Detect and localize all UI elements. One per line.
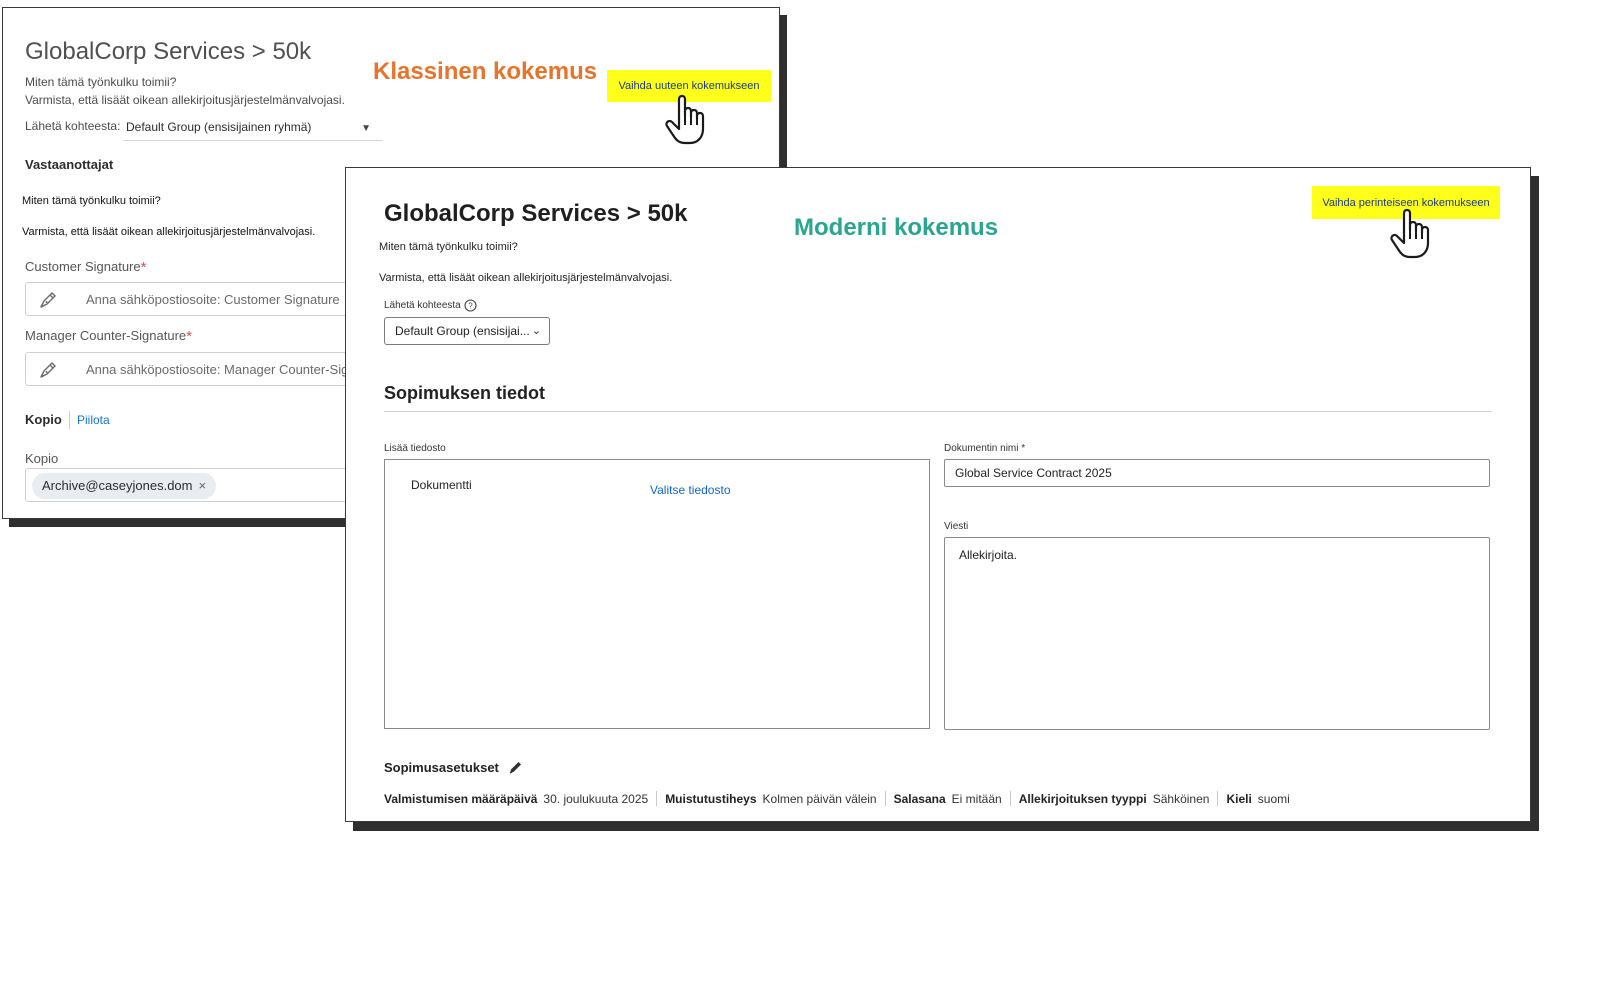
agreement-settings-heading: Sopimusasetukset — [384, 760, 499, 775]
setting-value: Ei mitään — [951, 791, 1002, 806]
send-from-select[interactable]: Default Group (ensisijai... ⌄ — [384, 317, 550, 345]
setting-value: Kolmen päivän välein — [762, 791, 877, 806]
setting-value: 30. joulukuuta 2025 — [543, 791, 649, 806]
modern-experience-heading: Moderni kokemus — [794, 214, 999, 241]
pen-icon — [40, 362, 56, 378]
chevron-down-icon: ⌄ — [531, 325, 541, 337]
manager-signature-email-field[interactable]: Anna sähköpostiosoite: Manager Counter-S… — [25, 352, 385, 386]
setting-value: suomi — [1257, 791, 1290, 806]
send-from-label: Lähetä kohteesta — [384, 300, 461, 311]
cc-tab[interactable]: Kopio — [25, 412, 62, 427]
setting-key: Muistutustiheys — [665, 791, 757, 806]
setting-divider — [1217, 791, 1219, 806]
send-from-label: Lähetä kohteesta: — [25, 119, 121, 133]
agreement-settings-row: Valmistumisen määräpäivä 30. joulukuuta … — [384, 791, 1290, 806]
section-divider — [384, 411, 1492, 412]
close-icon[interactable]: × — [198, 478, 206, 493]
setting-divider — [1009, 791, 1011, 806]
required-marker: * — [1021, 443, 1026, 454]
message-label: Viesti — [944, 521, 969, 532]
document-name-label: Dokumentin nimi * — [944, 443, 1026, 454]
message-textarea[interactable]: Allekirjoita. — [944, 537, 1490, 730]
customer-signature-placeholder: Anna sähköpostiosoite: Customer Signatur… — [86, 292, 340, 307]
setting-divider — [656, 791, 658, 806]
setting-value: Sähköinen — [1152, 791, 1210, 806]
file-drop-zone[interactable] — [384, 459, 930, 729]
customer-signature-label: Customer Signature* — [25, 259, 147, 276]
hand-pointer-icon — [1390, 208, 1430, 259]
manager-signature-placeholder: Anna sähköpostiosoite: Manager Counter-S… — [86, 362, 386, 377]
help-circle-icon[interactable]: ? — [464, 299, 477, 312]
ensure-admin-text: Varmista, että lisäät oikean allekirjoit… — [25, 93, 345, 107]
cc-label: Kopio — [25, 451, 59, 466]
modern-experience-panel: GlobalCorp Services > 50k Miten tämä työ… — [345, 167, 1531, 822]
cc-email-chip: Archive@caseyjones.dom × — [32, 473, 217, 499]
how-it-works-text: Miten tämä työnkulku toimii? — [379, 241, 518, 253]
hand-pointer-icon — [665, 94, 705, 145]
required-marker: * — [140, 259, 147, 276]
send-from-select[interactable]: Default Group (ensisijainen ryhmä) ▼ — [123, 117, 383, 141]
document-name-input[interactable]: Global Service Contract 2025 — [944, 459, 1490, 487]
setting-key: Allekirjoituksen tyyppi — [1018, 791, 1147, 806]
setting-key: Kieli — [1226, 791, 1252, 806]
setting-divider — [884, 791, 886, 806]
tab-divider — [69, 411, 70, 429]
pencil-icon[interactable] — [508, 760, 523, 775]
send-from-value: Default Group (ensisijai... — [395, 324, 530, 338]
chevron-down-icon: ▼ — [361, 123, 371, 134]
overlay-how-it-works-text: Miten tämä työnkulku toimii? — [22, 195, 161, 207]
recipients-heading: Vastaanottajat — [25, 157, 114, 172]
send-from-value: Default Group (ensisijainen ryhmä) — [126, 120, 312, 134]
cc-input[interactable]: Archive@caseyjones.dom × — [25, 468, 385, 502]
page-title: GlobalCorp Services > 50k — [25, 38, 312, 65]
required-marker: * — [186, 328, 192, 345]
how-it-works-text: Miten tämä työnkulku toimii? — [25, 75, 177, 89]
svg-text:?: ? — [468, 301, 473, 310]
setting-key: Salasana — [893, 791, 946, 806]
customer-signature-email-field[interactable]: Anna sähköpostiosoite: Customer Signatur… — [25, 282, 385, 316]
pen-icon — [40, 292, 56, 308]
add-file-label: Lisää tiedosto — [384, 443, 446, 454]
ensure-admin-text: Varmista, että lisäät oikean allekirjoit… — [379, 272, 673, 284]
document-label: Dokumentti — [411, 478, 472, 492]
manager-signature-label: Manager Counter-Signature* — [25, 328, 192, 345]
agreement-details-heading: Sopimuksen tiedot — [384, 383, 546, 403]
setting-key: Valmistumisen määräpäivä — [384, 791, 538, 806]
choose-file-link[interactable]: Valitse tiedosto — [650, 483, 731, 497]
page-title: GlobalCorp Services > 50k — [384, 200, 688, 227]
classic-experience-heading: Klassinen kokemus — [373, 58, 598, 85]
hide-cc-link[interactable]: Piilota — [77, 413, 110, 427]
overlay-ensure-admin-text: Varmista, että lisäät oikean allekirjoit… — [22, 226, 316, 238]
